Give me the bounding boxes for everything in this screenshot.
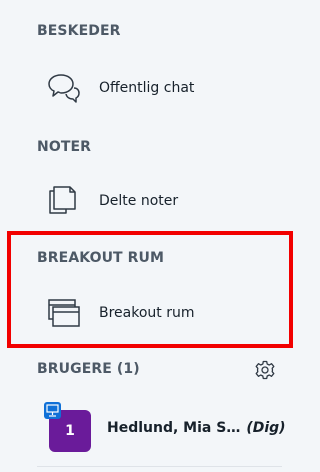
- avatar-initials: 1: [65, 423, 75, 439]
- user-name-text: Hedlund, Mia S…: [107, 420, 241, 436]
- gear-icon[interactable]: [255, 360, 275, 380]
- breakout-rooms-icon: [46, 296, 80, 330]
- user-list-item[interactable]: 1 Hedlund, Mia S… (Dig): [0, 402, 298, 454]
- user-role-label: (Dig): [246, 420, 286, 436]
- breakout-rooms-item[interactable]: Breakout rum: [0, 288, 298, 338]
- presenter-icon: [44, 402, 61, 419]
- breakout-rooms-label: Breakout rum: [99, 305, 195, 321]
- section-title-notes: NOTER: [37, 139, 92, 155]
- user-name: Hedlund, Mia S… (Dig): [107, 420, 286, 436]
- public-chat-item[interactable]: Offentlig chat: [0, 63, 298, 113]
- section-title-users: BRUGERE (1): [37, 361, 140, 377]
- section-title-messages: BESKEDER: [37, 23, 121, 39]
- shared-notes-label: Delte noter: [99, 193, 179, 209]
- public-chat-label: Offentlig chat: [99, 80, 195, 96]
- notes-icon: [46, 184, 80, 218]
- section-title-breakout: BREAKOUT RUM: [37, 250, 165, 266]
- shared-notes-item[interactable]: Delte noter: [0, 176, 298, 226]
- chat-icon: [46, 71, 80, 105]
- divider: [37, 466, 282, 467]
